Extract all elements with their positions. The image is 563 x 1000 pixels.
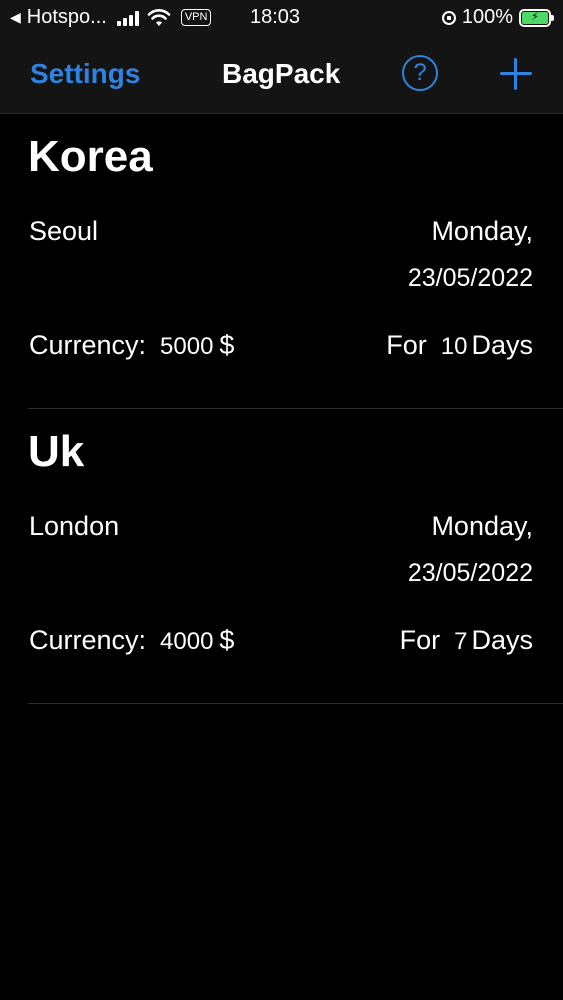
trip-weekday: Monday, — [431, 511, 533, 541]
currency-amount: 4000 — [160, 628, 214, 655]
currency-label: Currency: — [29, 625, 147, 655]
duration-for-label: For — [386, 330, 427, 360]
page-title: BagPack — [222, 58, 341, 89]
trip-weekday: Monday, — [431, 216, 533, 246]
currency-symbol: $ — [219, 625, 235, 655]
battery-percent: 100% — [461, 6, 513, 28]
currency-symbol: $ — [219, 330, 235, 360]
trip-country: Uk — [28, 427, 85, 476]
trip-card[interactable]: Korea Seoul Monday, 23/05/2022 Currency:… — [0, 114, 563, 409]
trip-city: London — [29, 511, 120, 541]
duration-days-label: Days — [471, 330, 533, 360]
status-time: 18:03 — [250, 6, 301, 28]
currency-label: Currency: — [29, 330, 147, 360]
currency-amount: 5000 — [160, 333, 214, 360]
navigation-bar: Settings BagPack ? — [0, 36, 563, 114]
trip-country: Korea — [28, 132, 153, 181]
trip-duration: For 10 Days — [386, 330, 533, 361]
carrier-label: Hotspo... — [26, 6, 107, 28]
battery-icon: ⚡ — [519, 8, 554, 27]
question-mark-icon: ? — [413, 59, 427, 86]
battery-charging-icon: ⚡ — [522, 11, 548, 24]
status-right: 100% ⚡ — [441, 6, 554, 29]
trip-city: Seoul — [29, 216, 99, 246]
back-to-app-icon[interactable]: ◀ — [10, 9, 21, 26]
trip-currency: Currency: 5000 $ — [29, 330, 234, 361]
cellular-signal-icon — [116, 10, 139, 26]
vpn-badge: VPN — [180, 9, 212, 26]
duration-days-value: 10 — [440, 333, 468, 360]
add-trip-button[interactable] — [498, 56, 534, 92]
status-bar: ◀ Hotspo... VPN 18:03 100% ⚡ — [0, 0, 563, 36]
row-divider — [28, 703, 563, 704]
trip-date: 23/05/2022 — [407, 559, 533, 587]
trip-card[interactable]: Uk London Monday, 23/05/2022 Currency: 4… — [0, 409, 563, 704]
duration-for-label: For — [399, 625, 441, 655]
trip-currency: Currency: 4000 $ — [29, 625, 234, 656]
duration-days-value: 7 — [454, 628, 468, 655]
help-button[interactable]: ? — [402, 55, 438, 91]
wifi-icon — [147, 8, 171, 26]
duration-days-label: Days — [471, 625, 533, 655]
trip-duration: For 7 Days — [400, 625, 533, 656]
trip-date: 23/05/2022 — [407, 264, 533, 292]
settings-button[interactable]: Settings — [30, 58, 140, 90]
status-left: ◀ Hotspo... VPN — [10, 6, 212, 29]
orientation-lock-icon — [441, 10, 456, 25]
